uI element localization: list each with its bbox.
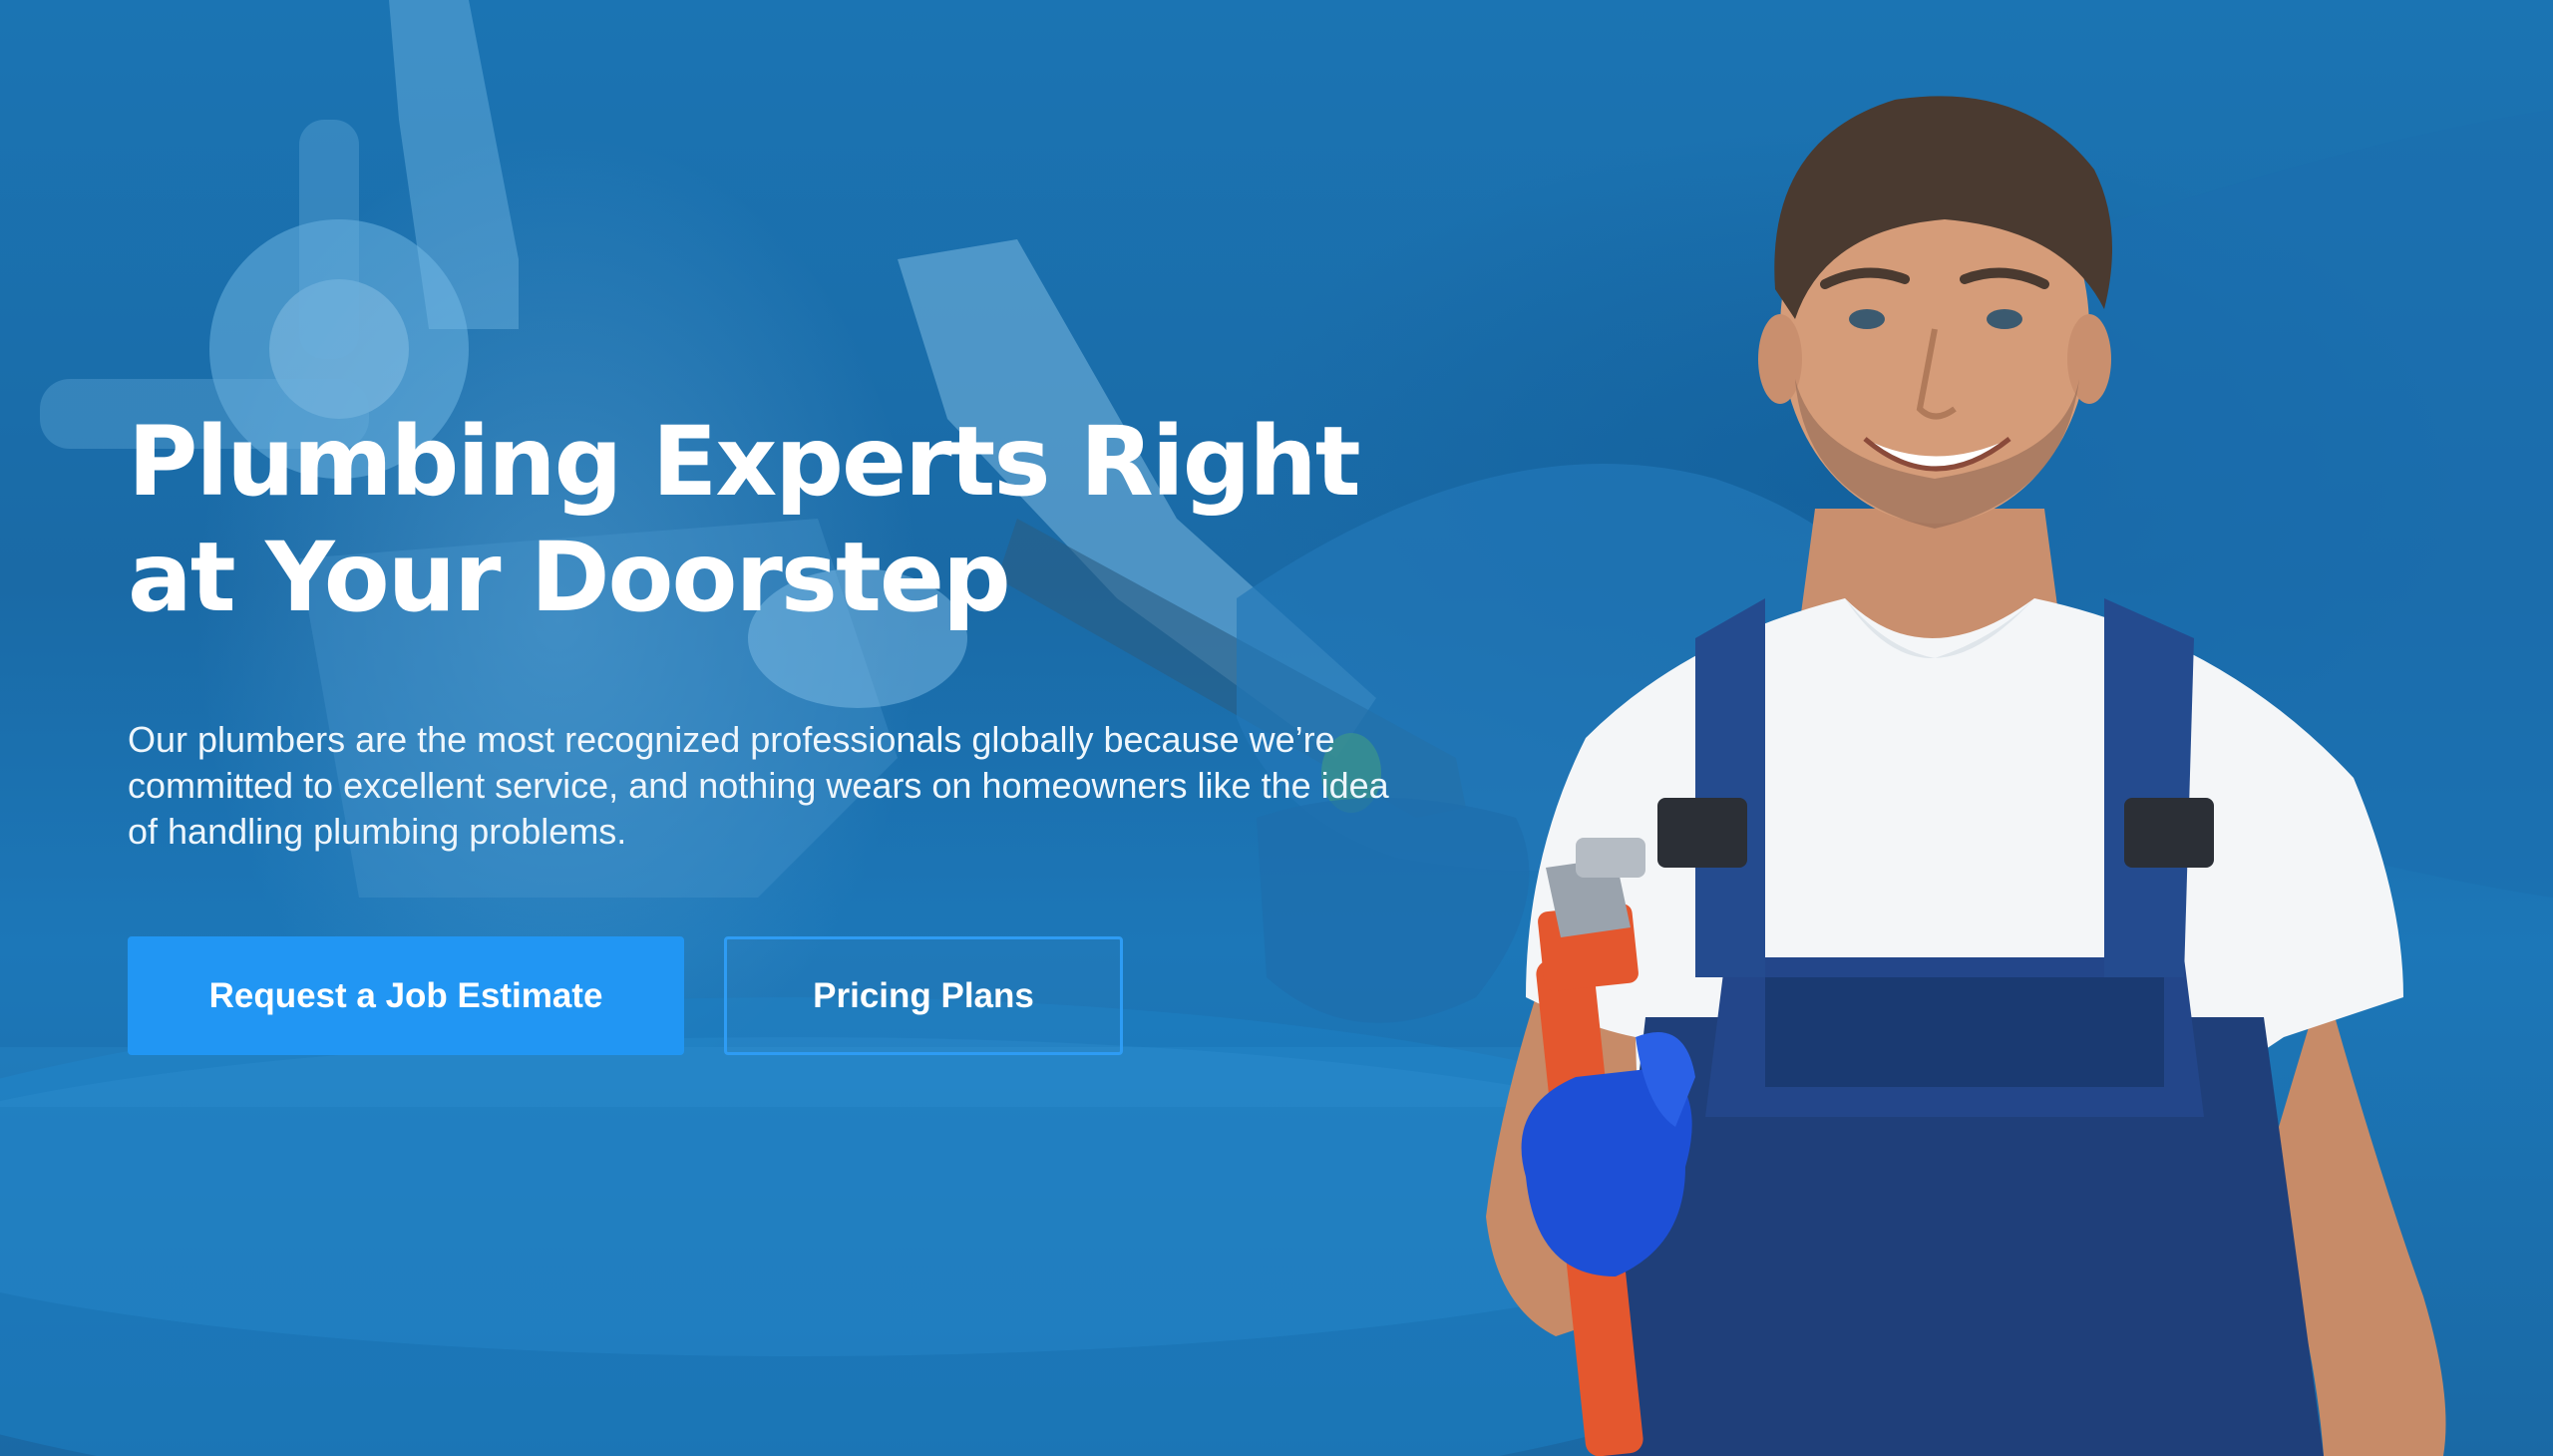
hero-headline: Plumbing Experts Right at Your Doorstep	[128, 406, 1361, 633]
hero-content: Plumbing Experts Right at Your Doorstep …	[128, 404, 1424, 1055]
request-estimate-button[interactable]: Request a Job Estimate	[128, 936, 684, 1055]
hero-actions: Request a Job Estimate Pricing Plans	[128, 936, 1424, 1055]
hero-section: Plumbing Experts Right at Your Doorstep …	[0, 0, 2553, 1456]
plumber-photo	[1486, 96, 2446, 1456]
pricing-plans-button[interactable]: Pricing Plans	[724, 936, 1123, 1055]
hero-description: Our plumbers are the most recognized pro…	[128, 719, 1389, 852]
